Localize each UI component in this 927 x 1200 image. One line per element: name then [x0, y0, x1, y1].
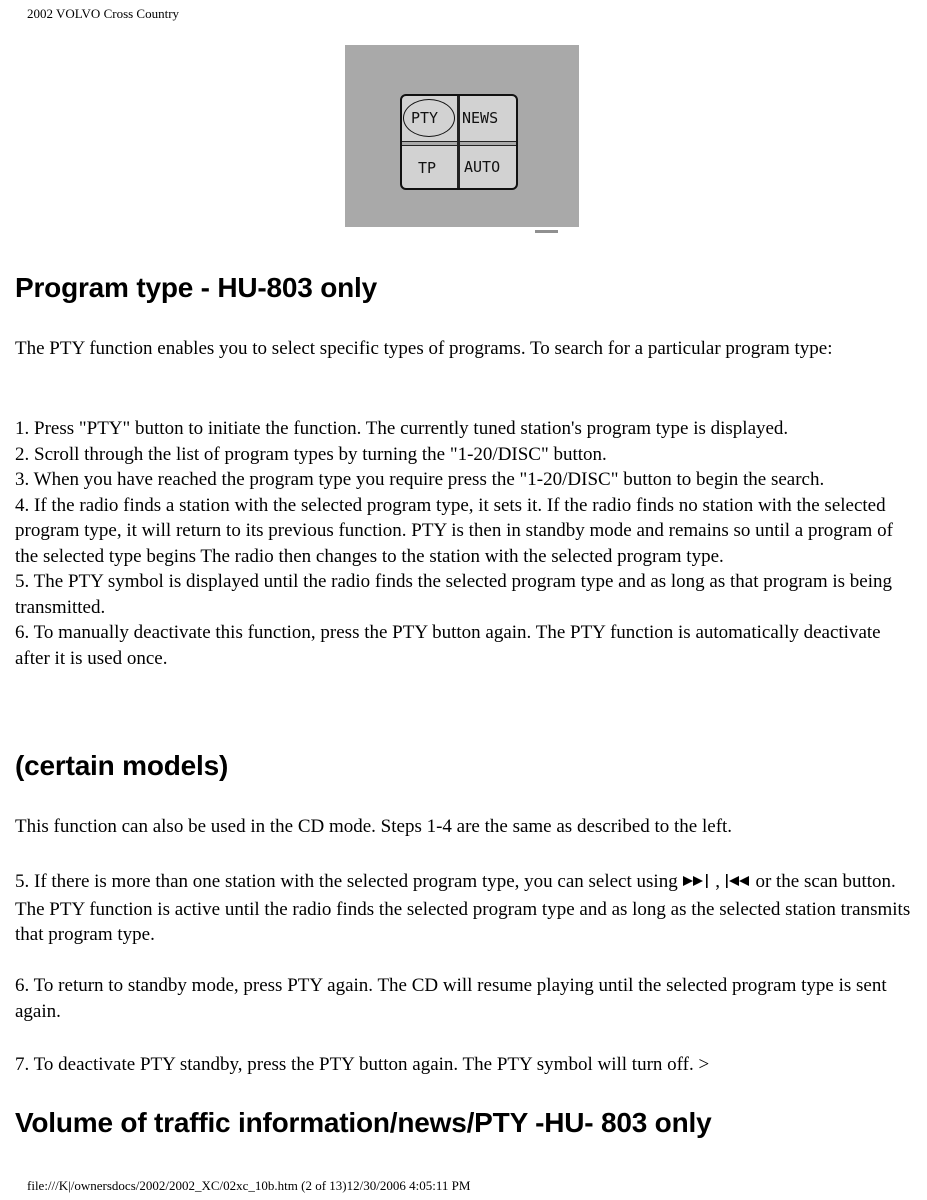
cd-step-6: 6. To return to standby mode, press PTY … [15, 975, 887, 1022]
step-item: 1. Press "PTY" button to initiate the fu… [15, 418, 789, 439]
cd-mode-paragraph: This function can also be used in the CD… [15, 816, 733, 837]
skip-forward-icon [682, 871, 710, 897]
figure-marker [535, 230, 558, 233]
section-heading-program-type: Program type - HU-803 only [15, 272, 377, 303]
cd-step-7: 7. To deactivate PTY standby, press the … [15, 1054, 710, 1075]
cd-step-5-text: 5. If there is more than one station wit… [15, 871, 683, 892]
step-item: 5. The PTY symbol is displayed until the… [15, 571, 892, 618]
intro-paragraph: The PTY function enables you to select s… [15, 338, 833, 359]
step-item: 4. If the radio finds a station with the… [15, 494, 893, 567]
step-item: 6. To manually deactivate this function,… [15, 622, 881, 669]
tp-button-label: TP [418, 159, 437, 177]
news-button-label: NEWS [462, 109, 499, 127]
icon-separator: , [710, 871, 725, 892]
panel-divider-vertical [457, 96, 460, 188]
radio-buttons-figure: PTY NEWS TP AUTO [345, 45, 579, 227]
step-item: 3. When you have reached the program typ… [15, 469, 825, 490]
cd-step-5: 5. If there is more than one station wit… [15, 869, 915, 948]
section-heading-volume: Volume of traffic information/news/PTY -… [15, 1107, 712, 1138]
page-header: 2002 VOLVO Cross Country [27, 6, 180, 21]
auto-button-label: AUTO [464, 158, 501, 176]
steps-list: 1. Press "PTY" button to initiate the fu… [15, 416, 915, 671]
skip-back-icon [725, 871, 751, 897]
button-panel: PTY NEWS TP AUTO [400, 94, 518, 190]
section-heading-certain-models: (certain models) [15, 750, 229, 781]
pty-button-label: PTY [411, 109, 439, 127]
page-footer: file:///K|/ownersdocs/2002/2002_XC/02xc_… [27, 1178, 471, 1193]
step-item: 2. Scroll through the list of program ty… [15, 443, 607, 465]
